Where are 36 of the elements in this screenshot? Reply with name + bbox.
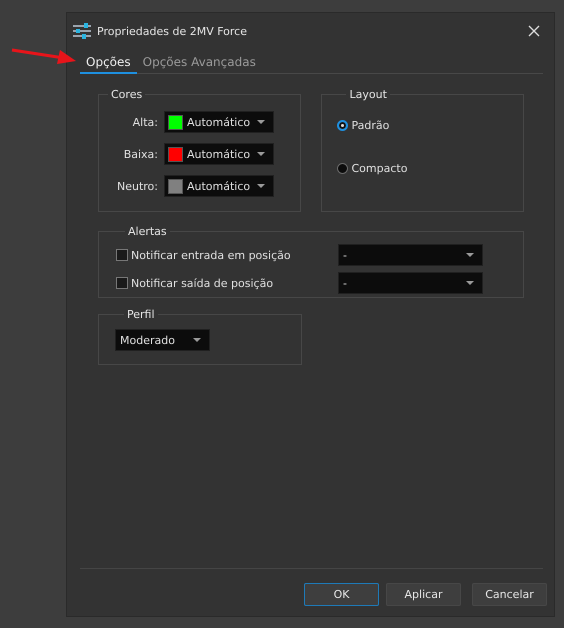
checkbox-option[interactable]: Notificar saída de posição	[116, 276, 338, 290]
color-label: Baixa:	[122, 148, 158, 160]
radio-option[interactable]: Compacto	[337, 162, 408, 175]
close-icon[interactable]	[528, 25, 540, 37]
tab[interactable]: Opções	[80, 53, 137, 74]
caret-icon	[257, 152, 265, 156]
color-label: Alta:	[132, 116, 158, 128]
group-title: Cores	[110, 88, 144, 101]
annotation-arrow-icon	[10, 46, 78, 66]
color-label: Neutro:	[116, 180, 158, 192]
caret-icon	[193, 338, 201, 342]
dialog-button[interactable]: Cancelar	[472, 583, 547, 606]
radio-button[interactable]	[337, 163, 348, 174]
dialog-button[interactable]: OK	[304, 583, 379, 606]
dialog-button[interactable]: Aplicar	[386, 583, 461, 606]
checkbox-option[interactable]: Notificar entrada em posição	[116, 248, 338, 262]
group-title: Layout	[348, 88, 388, 101]
checkbox[interactable]	[116, 249, 128, 261]
caret-icon	[257, 184, 265, 188]
caret-icon	[466, 253, 474, 257]
window-title: Propriedades de 2MV Force	[97, 24, 248, 38]
caret-icon	[466, 281, 474, 285]
sound-dropdown[interactable]: -	[338, 272, 483, 294]
radio-button[interactable]	[337, 120, 348, 131]
color-dropdown[interactable]: Automático	[164, 175, 274, 197]
group-title: Alertas	[127, 225, 168, 238]
sound-dropdown[interactable]: -	[338, 244, 483, 266]
tab[interactable]: Opções Avançadas	[136, 53, 262, 74]
caret-icon	[257, 120, 265, 124]
color-dropdown[interactable]: Automático	[164, 111, 274, 133]
settings-icon	[73, 23, 91, 39]
checkbox[interactable]	[116, 277, 128, 289]
group-title: Perfil	[126, 308, 156, 321]
profile-dropdown[interactable]: Moderado	[115, 329, 210, 351]
color-dropdown[interactable]: Automático	[164, 143, 274, 165]
radio-option[interactable]: Padrão	[337, 119, 390, 132]
